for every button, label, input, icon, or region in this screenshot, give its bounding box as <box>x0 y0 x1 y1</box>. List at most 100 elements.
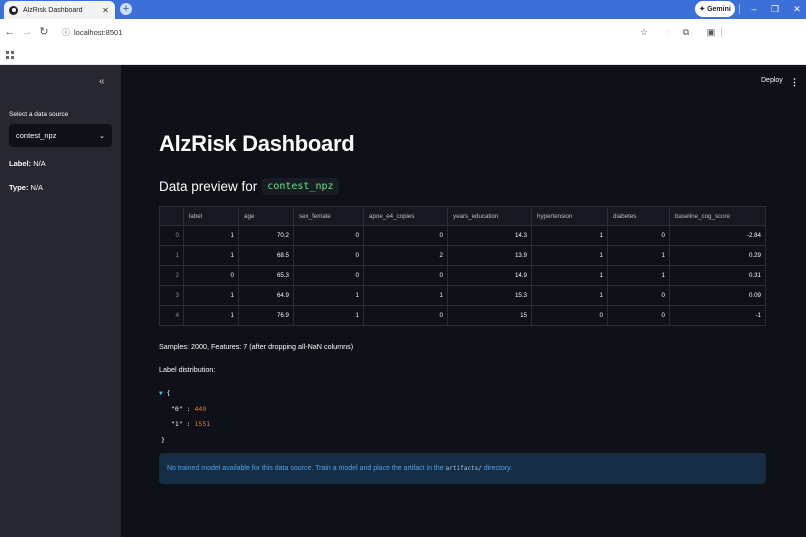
minimize-button[interactable]: – <box>747 2 761 16</box>
table-cell[interactable]: 0 <box>293 225 364 246</box>
table-cell[interactable]: 0.09 <box>669 285 766 306</box>
column-header[interactable]: diabetes <box>607 206 670 226</box>
table-cell[interactable]: 1 <box>607 265 670 286</box>
column-header[interactable]: hypertension <box>531 206 608 226</box>
json-key: "1" <box>171 420 183 428</box>
table-cell[interactable]: 13.9 <box>447 245 532 266</box>
table-cell[interactable]: 1 <box>183 225 239 246</box>
gemini-button[interactable]: ✦ Gemini <box>695 1 735 17</box>
back-arrow-icon[interactable]: ← <box>4 25 16 39</box>
close-window-button[interactable]: ✕ <box>790 2 804 16</box>
table-cell[interactable]: 0 <box>607 305 670 326</box>
table-cell[interactable]: 1 <box>531 265 608 286</box>
data-preview-table[interactable]: label age sex_female apoe_e4_copies year… <box>159 206 766 326</box>
data-preview-heading: Data preview for contest_npz <box>159 178 339 195</box>
streamlit-favicon-icon <box>9 5 18 15</box>
table-cell[interactable]: 1 <box>531 225 608 246</box>
info-text-end: directory. <box>483 465 513 472</box>
table-cell[interactable]: -1 <box>669 305 766 326</box>
row-index[interactable]: 1 <box>159 245 184 266</box>
label-distribution-heading: Label distribution: <box>159 365 216 374</box>
table-row: 2 0 65.3 0 0 14.9 1 1 0.31 <box>159 265 766 286</box>
sidebar: « Select a data source contest_npz ⌄ Lab… <box>0 65 121 537</box>
main-menu-icon[interactable]: ⋮ <box>790 77 799 88</box>
tab-close-icon[interactable]: ✕ <box>101 6 110 15</box>
table-cell[interactable]: 0 <box>531 305 608 326</box>
table-cell[interactable]: 65.3 <box>238 265 294 286</box>
table-cell[interactable]: 64.9 <box>238 285 294 306</box>
tab-title: AlzRisk Dashboard <box>23 6 83 14</box>
table-cell[interactable]: 0 <box>293 265 364 286</box>
table-cell[interactable]: 70.2 <box>238 225 294 246</box>
type-key: Type: <box>9 183 29 192</box>
table-cell[interactable]: 15 <box>447 305 532 326</box>
table-cell[interactable]: 0 <box>363 305 448 326</box>
samples-summary: Samples: 2000, Features: 7 (after droppi… <box>159 342 354 351</box>
type-value: N/A <box>30 183 44 192</box>
table-cell[interactable]: 76.9 <box>238 305 294 326</box>
table-cell[interactable]: 15.3 <box>447 285 532 306</box>
table-cell[interactable]: 1 <box>183 285 239 306</box>
restore-button[interactable]: ❐ <box>768 2 782 16</box>
json-value: 449 <box>194 404 207 413</box>
table-cell[interactable]: 1 <box>531 285 608 306</box>
table-cell[interactable]: 14.9 <box>447 265 532 286</box>
column-header[interactable]: sex_female <box>293 206 364 226</box>
column-header[interactable]: age <box>238 206 294 226</box>
data-source-select[interactable]: contest_npz ⌄ <box>9 124 112 147</box>
site-info-icon[interactable]: ⓘ <box>62 27 70 38</box>
table-cell[interactable]: 1 <box>293 305 364 326</box>
column-header[interactable]: apoe_e4_copies <box>363 206 448 226</box>
column-header[interactable]: label <box>183 206 239 226</box>
column-header[interactable]: years_education <box>447 206 532 226</box>
chevron-down-icon: ⌄ <box>99 132 105 140</box>
deploy-button[interactable]: Deploy <box>761 77 783 84</box>
side-panel-icon[interactable]: ▣ <box>705 25 717 39</box>
bookmark-star-icon[interactable]: ☆ <box>638 25 650 39</box>
sparkle-icon: ✦ <box>699 6 706 13</box>
label-info: Label: N/A <box>9 159 46 168</box>
table-cell[interactable]: 1 <box>607 245 670 266</box>
table-cell[interactable]: 68.5 <box>238 245 294 266</box>
table-cell[interactable]: 1 <box>531 245 608 266</box>
table-cell[interactable]: 0 <box>293 245 364 266</box>
table-cell[interactable]: 14.3 <box>447 225 532 246</box>
table-cell[interactable]: 0 <box>607 285 670 306</box>
table-cell[interactable]: -2.84 <box>669 225 766 246</box>
table-cell[interactable]: 0 <box>183 265 239 286</box>
row-index[interactable]: 4 <box>159 305 184 326</box>
forward-arrow-icon[interactable]: → <box>21 25 33 39</box>
table-row: 1 1 68.5 0 2 13.9 1 1 0.29 <box>159 245 766 266</box>
info-code: artifacts/ <box>445 465 482 472</box>
table-cell[interactable]: 1 <box>183 245 239 266</box>
table-cell[interactable]: 0 <box>363 225 448 246</box>
extension-circle-icon[interactable]: ◌ <box>662 25 674 39</box>
extensions-puzzle-icon[interactable]: ⧉ <box>680 25 692 39</box>
row-index[interactable]: 2 <box>159 265 184 286</box>
collapse-triangle-icon[interactable]: ▼ <box>159 390 163 397</box>
data-source-value: contest_npz <box>16 131 57 140</box>
json-entry: "1" : 1551 <box>171 420 211 428</box>
table-cell[interactable]: 1 <box>363 285 448 306</box>
row-index[interactable]: 0 <box>159 225 184 246</box>
apps-grid-icon[interactable] <box>6 51 14 59</box>
row-index[interactable]: 3 <box>159 285 184 306</box>
table-cell[interactable]: 1 <box>183 305 239 326</box>
browser-tab[interactable]: AlzRisk Dashboard ✕ <box>4 1 115 19</box>
table-cell[interactable]: 0.31 <box>669 265 766 286</box>
json-entry: "0" : 449 <box>171 404 207 413</box>
column-header[interactable] <box>159 206 184 226</box>
table-cell[interactable]: 1 <box>293 285 364 306</box>
table-cell[interactable]: 2 <box>363 245 448 266</box>
table-cell[interactable]: 0 <box>363 265 448 286</box>
table-cell[interactable]: 0.29 <box>669 245 766 266</box>
column-header[interactable]: baseline_cog_score <box>669 206 766 226</box>
collapse-sidebar-icon[interactable]: « <box>99 76 105 87</box>
table-header-row: label age sex_female apoe_e4_copies year… <box>159 206 766 226</box>
table-cell[interactable]: 0 <box>607 225 670 246</box>
new-tab-button[interactable]: + <box>120 3 132 15</box>
address-bar[interactable]: ⓘ localhost:8501 <box>56 24 656 41</box>
toolbar-divider <box>721 27 722 37</box>
json-open-brace: { <box>166 389 171 397</box>
reload-icon[interactable]: ↻ <box>38 25 50 39</box>
